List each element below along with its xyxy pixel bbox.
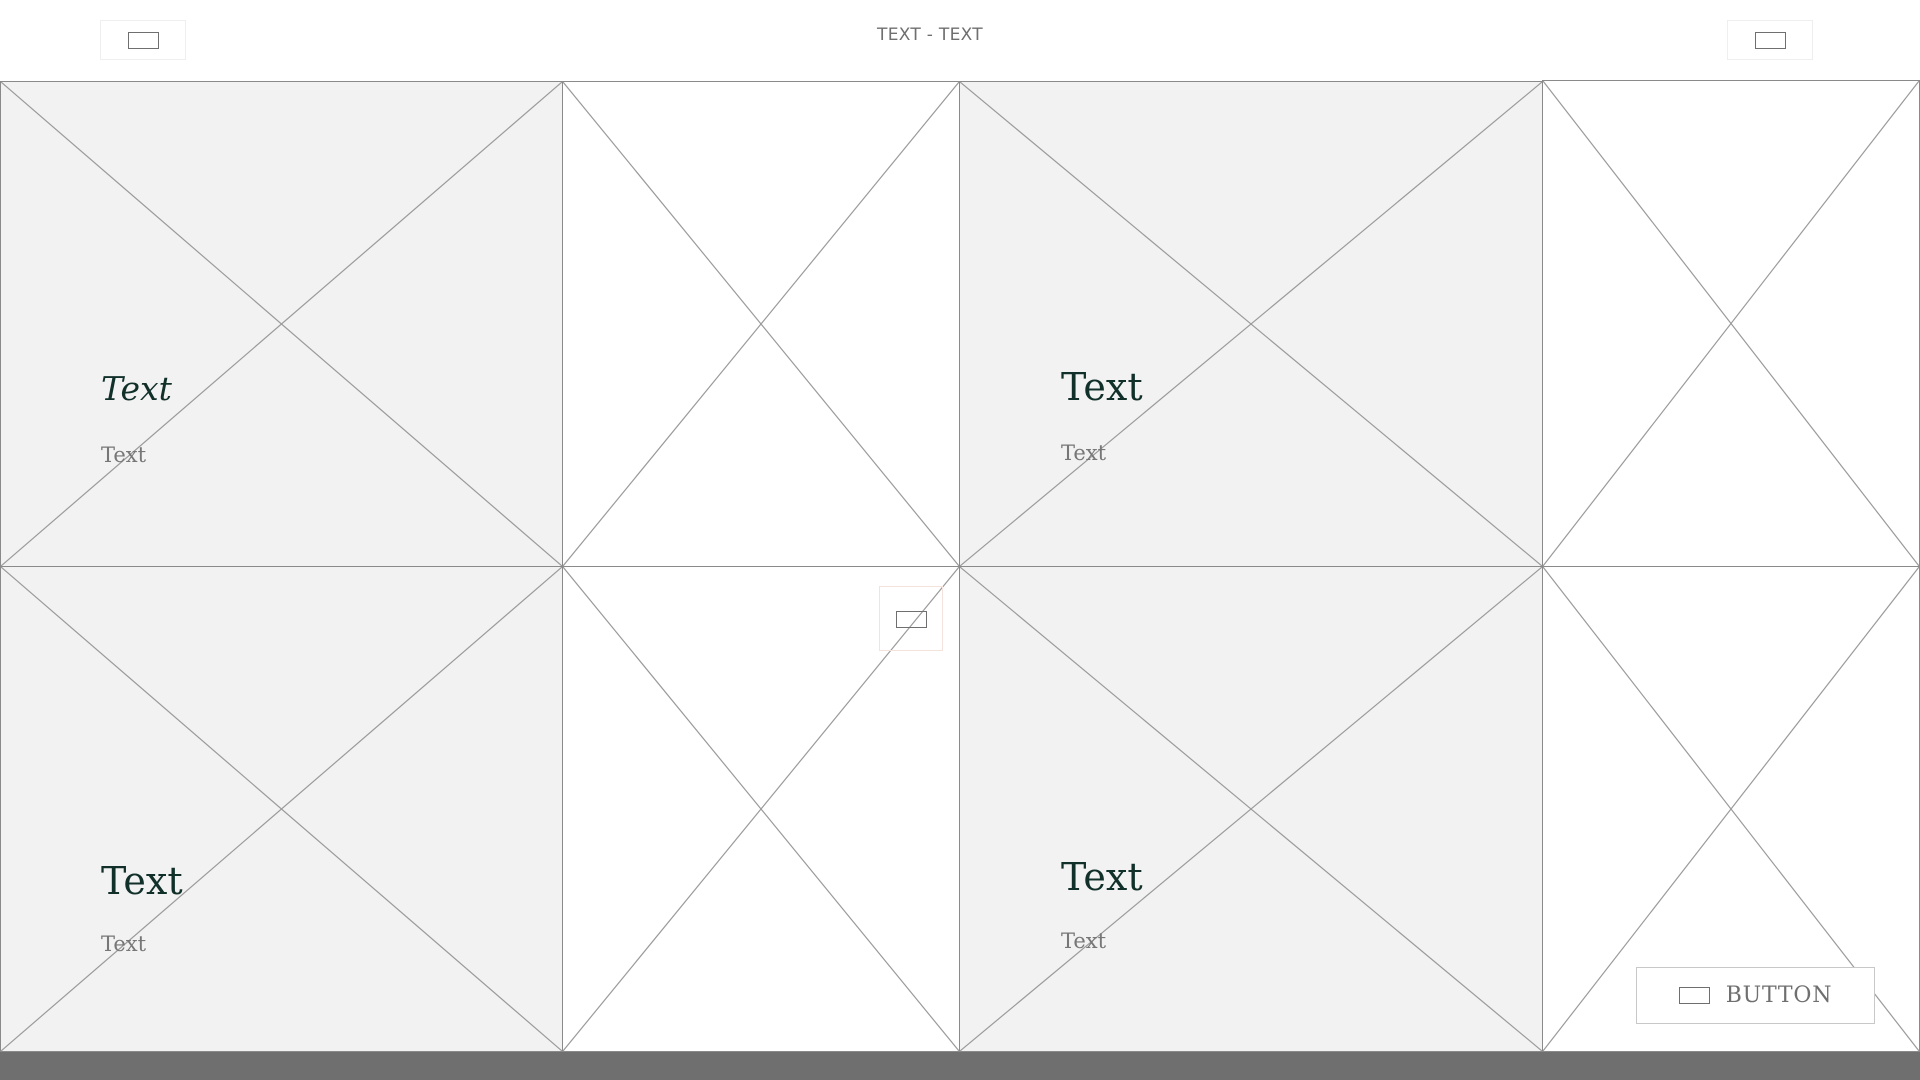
page-title: TEXT - TEXT <box>877 25 983 45</box>
button-icon <box>1678 987 1710 1004</box>
image-tile-5[interactable]: Text Text <box>0 566 563 1052</box>
image-placeholder-icon <box>960 567 1542 1051</box>
primary-button[interactable]: BUTTON <box>1636 967 1875 1024</box>
tile-subtitle: Text <box>1061 441 1107 465</box>
cart-icon <box>1755 32 1786 49</box>
tile-title: Text <box>101 369 172 408</box>
tile-subtitle: Text <box>101 932 147 956</box>
image-placeholder-icon <box>960 82 1542 566</box>
tile-title: Text <box>101 859 183 903</box>
tile-subtitle: Text <box>101 443 147 467</box>
image-tile-2[interactable] <box>562 81 960 567</box>
primary-button-label: BUTTON <box>1725 983 1833 1008</box>
image-placeholder-icon <box>1 567 562 1051</box>
image-placeholder-icon <box>1543 81 1919 566</box>
image-tile-1[interactable]: Text Text <box>0 81 563 567</box>
floating-icon-button[interactable] <box>879 586 943 651</box>
image-placeholder-icon <box>1 82 562 566</box>
tile-title: Text <box>1061 855 1143 899</box>
header-right-button[interactable] <box>1727 20 1813 60</box>
image-icon <box>896 611 927 628</box>
image-tile-3[interactable]: Text Text <box>959 81 1543 567</box>
header-left-button[interactable] <box>100 20 186 60</box>
footer-bar <box>0 1052 1920 1080</box>
image-tile-4[interactable] <box>1542 80 1920 567</box>
image-tile-7[interactable]: Text Text <box>959 566 1543 1052</box>
tile-title: Text <box>1061 365 1143 409</box>
menu-icon <box>128 32 159 49</box>
image-placeholder-icon <box>563 82 959 566</box>
tile-subtitle: Text <box>1061 929 1107 953</box>
